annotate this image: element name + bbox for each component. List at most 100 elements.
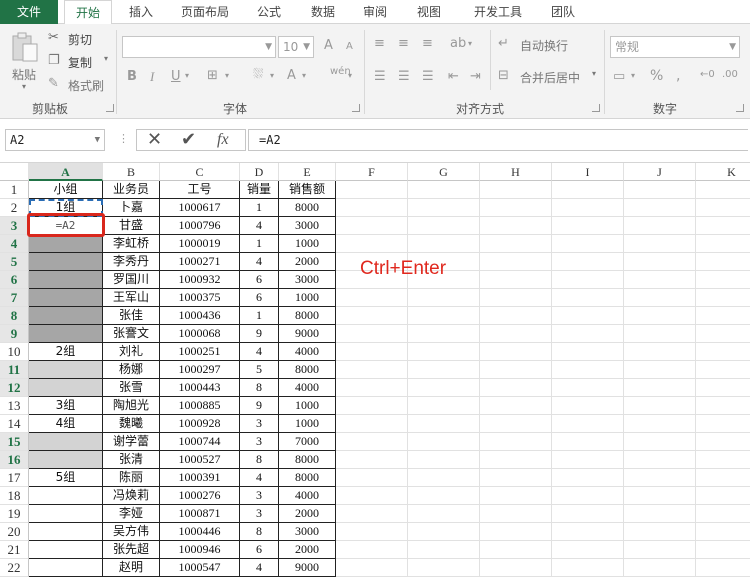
cell[interactable] — [624, 451, 696, 469]
cell[interactable] — [552, 271, 624, 289]
paste-button[interactable]: 粘贴 ▾ — [8, 30, 42, 91]
cell[interactable]: 1000297 — [160, 361, 240, 379]
cell[interactable] — [408, 289, 480, 307]
cell[interactable]: 4 — [240, 343, 279, 361]
cell[interactable] — [480, 487, 552, 505]
column-header-k[interactable]: K — [696, 163, 750, 181]
cell[interactable] — [408, 559, 480, 577]
row-header[interactable]: 15 — [0, 433, 29, 451]
cell[interactable] — [336, 235, 408, 253]
row-header[interactable]: 11 — [0, 361, 29, 379]
cell[interactable]: 8000 — [279, 199, 336, 217]
cell[interactable] — [552, 397, 624, 415]
cell[interactable] — [480, 397, 552, 415]
row-header[interactable]: 21 — [0, 541, 29, 559]
cell[interactable] — [29, 289, 103, 307]
row-header[interactable]: 4 — [0, 235, 29, 253]
cell[interactable] — [408, 415, 480, 433]
column-header-e[interactable]: E — [279, 163, 336, 181]
cell[interactable] — [408, 343, 480, 361]
cell[interactable]: 1000946 — [160, 541, 240, 559]
cell[interactable] — [29, 559, 103, 577]
cell[interactable] — [336, 379, 408, 397]
cell[interactable] — [552, 415, 624, 433]
cell[interactable]: 5 — [240, 361, 279, 379]
cell[interactable]: 李娅 — [103, 505, 160, 523]
cell[interactable]: 1000 — [279, 397, 336, 415]
cell[interactable] — [336, 361, 408, 379]
cell[interactable]: 4000 — [279, 343, 336, 361]
cell[interactable] — [696, 487, 750, 505]
row-header[interactable]: 7 — [0, 289, 29, 307]
cell[interactable]: 张佳 — [103, 307, 160, 325]
cell[interactable]: 1000436 — [160, 307, 240, 325]
row-header[interactable]: 6 — [0, 271, 29, 289]
row-header[interactable]: 12 — [0, 379, 29, 397]
cell[interactable] — [480, 307, 552, 325]
cell[interactable] — [696, 433, 750, 451]
dialog-launcher-icon[interactable] — [736, 104, 744, 112]
bold-button[interactable]: B — [127, 69, 137, 84]
cell[interactable]: 3 — [240, 505, 279, 523]
row-header[interactable]: 1 — [0, 181, 29, 199]
cell[interactable] — [480, 505, 552, 523]
cell[interactable] — [696, 361, 750, 379]
cell[interactable]: 1000019 — [160, 235, 240, 253]
tab-home[interactable]: 开始 — [64, 0, 112, 25]
tab-team[interactable]: 团队 — [540, 0, 586, 24]
column-header-b[interactable]: B — [103, 163, 160, 181]
row-header[interactable]: 19 — [0, 505, 29, 523]
cell[interactable]: 1000391 — [160, 469, 240, 487]
cell[interactable]: 1000 — [279, 289, 336, 307]
cell[interactable] — [696, 181, 750, 199]
cell[interactable]: 王军山 — [103, 289, 160, 307]
cell[interactable]: 4000 — [279, 487, 336, 505]
cell[interactable] — [29, 235, 103, 253]
cell[interactable] — [624, 289, 696, 307]
shrink-font-icon[interactable]: A — [346, 41, 353, 52]
cell[interactable]: 3 — [240, 415, 279, 433]
align-right-icon[interactable]: ☰ — [422, 69, 434, 84]
cell[interactable] — [624, 361, 696, 379]
formula-input[interactable]: =A2 — [248, 129, 748, 151]
align-top-icon[interactable]: ≡ — [374, 36, 385, 51]
header-cell[interactable]: 工号 — [160, 181, 240, 199]
cell[interactable] — [696, 289, 750, 307]
cell[interactable] — [336, 559, 408, 577]
row-header[interactable]: 16 — [0, 451, 29, 469]
cell[interactable]: 1000068 — [160, 325, 240, 343]
chevron-down-icon[interactable]: ▾ — [185, 71, 189, 80]
cell[interactable]: 2000 — [279, 541, 336, 559]
insert-function-icon[interactable]: fx — [217, 130, 229, 150]
cell[interactable] — [29, 451, 103, 469]
cell[interactable] — [408, 307, 480, 325]
cell[interactable] — [29, 433, 103, 451]
cell[interactable]: 9000 — [279, 559, 336, 577]
cell[interactable]: 2组 — [29, 343, 103, 361]
cell[interactable] — [336, 469, 408, 487]
cell[interactable] — [480, 289, 552, 307]
cell[interactable] — [624, 541, 696, 559]
cell[interactable] — [336, 397, 408, 415]
cell[interactable]: 3000 — [279, 523, 336, 541]
cell[interactable] — [696, 469, 750, 487]
row-header[interactable]: 20 — [0, 523, 29, 541]
cell[interactable] — [408, 325, 480, 343]
cell[interactable] — [336, 343, 408, 361]
cell[interactable] — [552, 433, 624, 451]
cell[interactable] — [480, 325, 552, 343]
cell[interactable] — [696, 379, 750, 397]
cell[interactable] — [696, 397, 750, 415]
cell[interactable] — [408, 487, 480, 505]
cell[interactable] — [624, 271, 696, 289]
chevron-down-icon[interactable]: ▾ — [631, 71, 635, 80]
cell[interactable] — [696, 415, 750, 433]
cell[interactable] — [408, 523, 480, 541]
copy-button[interactable]: ❐ 复制 ▾ — [48, 53, 118, 71]
cell[interactable]: 魏曦 — [103, 415, 160, 433]
cell[interactable] — [552, 559, 624, 577]
cell[interactable]: 杨娜 — [103, 361, 160, 379]
cell[interactable]: 5组 — [29, 469, 103, 487]
cell[interactable]: 1000 — [279, 235, 336, 253]
cell[interactable]: 陶旭光 — [103, 397, 160, 415]
